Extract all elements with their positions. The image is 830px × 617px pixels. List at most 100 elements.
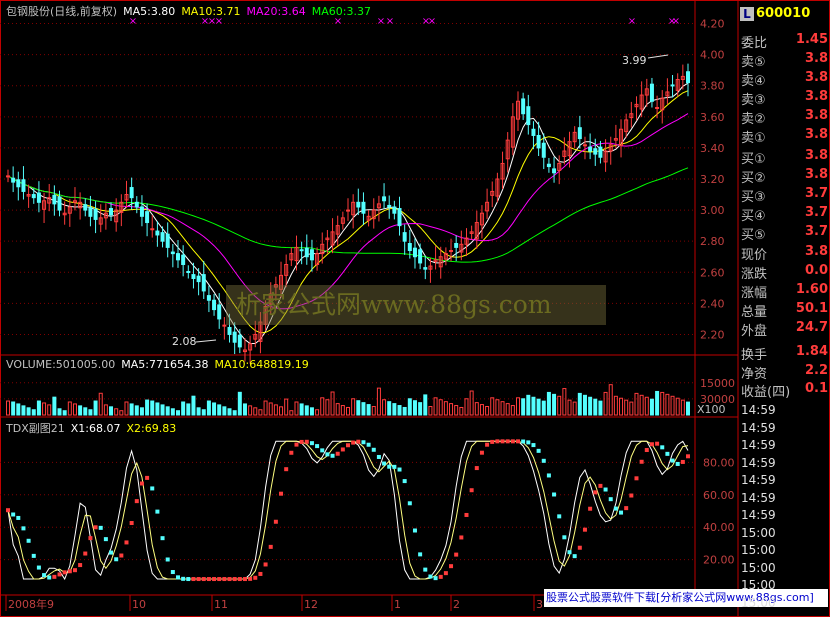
signal-dot [170, 570, 175, 575]
quote-row: 卖③ 3.8 [738, 89, 830, 108]
stock-code: 600010 [756, 6, 811, 21]
volume-ma5: MA5:771654.38 [121, 358, 209, 371]
signal-dot [263, 562, 268, 567]
candle-body [387, 204, 392, 208]
signal-dot [376, 454, 381, 459]
quote-label: 买⑤ [741, 228, 766, 243]
quote-value: 3.7 [804, 205, 828, 220]
volume-bar [500, 401, 505, 416]
signal-dot [639, 459, 644, 464]
signal-dot [366, 442, 371, 447]
quote-value: 0.0 [804, 263, 828, 278]
candle-body [52, 194, 57, 205]
quote-label: 收益(四) [741, 385, 791, 400]
candle-body [552, 168, 557, 174]
quote-row: 卖⑤ 3.8 [738, 51, 830, 70]
signal-dot [72, 568, 77, 573]
signal-dot [47, 575, 52, 580]
candle-body [93, 208, 98, 220]
date-tick-label: 12 [304, 598, 318, 611]
signal-dot [165, 557, 170, 562]
volume-bar [253, 407, 258, 416]
signal-dot [433, 576, 438, 581]
signal-dot [546, 473, 551, 478]
signal-dot [196, 577, 201, 582]
volume-bar [72, 403, 77, 416]
signal-dot [536, 448, 541, 453]
volume-bar [407, 398, 412, 416]
quote-value: 24.7 [795, 320, 828, 335]
low-arrow [195, 339, 217, 343]
volume-bar [237, 391, 242, 416]
volume-bar [201, 409, 206, 416]
candle-body [392, 206, 397, 214]
volume-bar [371, 406, 376, 416]
volume-bar [155, 402, 160, 416]
volume-bar [150, 400, 155, 416]
signal-dot [495, 439, 500, 444]
price-tick-label: 4.20 [700, 18, 725, 31]
indicator-x2: X2:69.83 [126, 422, 177, 435]
volume-bar [665, 393, 670, 416]
volume-bar [649, 398, 654, 416]
volume-bar [36, 400, 41, 416]
tick-time: 14:59 [741, 420, 776, 435]
candle-body [598, 146, 603, 158]
quote-row: 买③ 3.7 [738, 186, 830, 205]
volume-bar [593, 398, 598, 416]
candle-body [418, 249, 423, 264]
signal-dot [392, 464, 397, 469]
quote-row: 涨幅 1.60 [738, 282, 830, 301]
signal-dot [454, 552, 459, 557]
watermark-banner: 析家公式网www.88gs.com [226, 285, 606, 325]
volume-bar [21, 405, 26, 416]
signal-dot [371, 447, 376, 452]
indicator-x1: X1:68.07 [70, 422, 121, 435]
volume-bar [392, 403, 397, 416]
signal-dot [510, 439, 515, 444]
quote-row: 买① 3.8 [738, 148, 830, 167]
signal-dot [521, 439, 526, 444]
candle-body [449, 250, 454, 253]
volume-bar [351, 398, 356, 416]
volume-bar [546, 391, 551, 416]
volume-bar [469, 390, 474, 416]
volume-bar [139, 407, 144, 416]
signal-dot [42, 573, 47, 578]
tick-time: 14:59 [741, 473, 776, 487]
volume-bar [299, 403, 304, 416]
volume-bar [598, 400, 603, 416]
quote-value: 1.60 [795, 282, 828, 297]
signal-dot [562, 535, 567, 540]
candle-body [346, 209, 350, 212]
signal-dot [387, 464, 392, 469]
volume-bar [16, 403, 21, 416]
signal-dot [490, 439, 495, 444]
signal-dot [479, 450, 484, 455]
candle-body [356, 201, 361, 208]
candle-body [212, 299, 217, 311]
signal-dot [139, 481, 144, 486]
volume-bar [675, 397, 680, 416]
candle-body [109, 208, 114, 216]
signal-dot [129, 521, 134, 526]
quote-value: 3.7 [804, 224, 828, 239]
volume-bar [449, 403, 454, 416]
volume-bar [485, 406, 490, 416]
x-marker: × [377, 16, 385, 27]
tick-time: 15:00 [741, 525, 776, 540]
quote-value: 1.84 [795, 344, 828, 359]
tick-time: 15:00 [741, 595, 776, 610]
candle-body [11, 177, 16, 183]
price-tick-label: 4.00 [700, 49, 725, 62]
signal-dot [217, 577, 222, 582]
candle-body [150, 228, 155, 231]
volume-bar [531, 396, 536, 416]
quote-row: 买⑤ 3.7 [738, 224, 830, 243]
volume-bar [196, 407, 201, 416]
volume-bar [62, 410, 67, 416]
signal-dot [346, 443, 350, 448]
signal-dot [52, 574, 57, 579]
candle-body [521, 98, 526, 115]
signal-dot [670, 458, 675, 463]
